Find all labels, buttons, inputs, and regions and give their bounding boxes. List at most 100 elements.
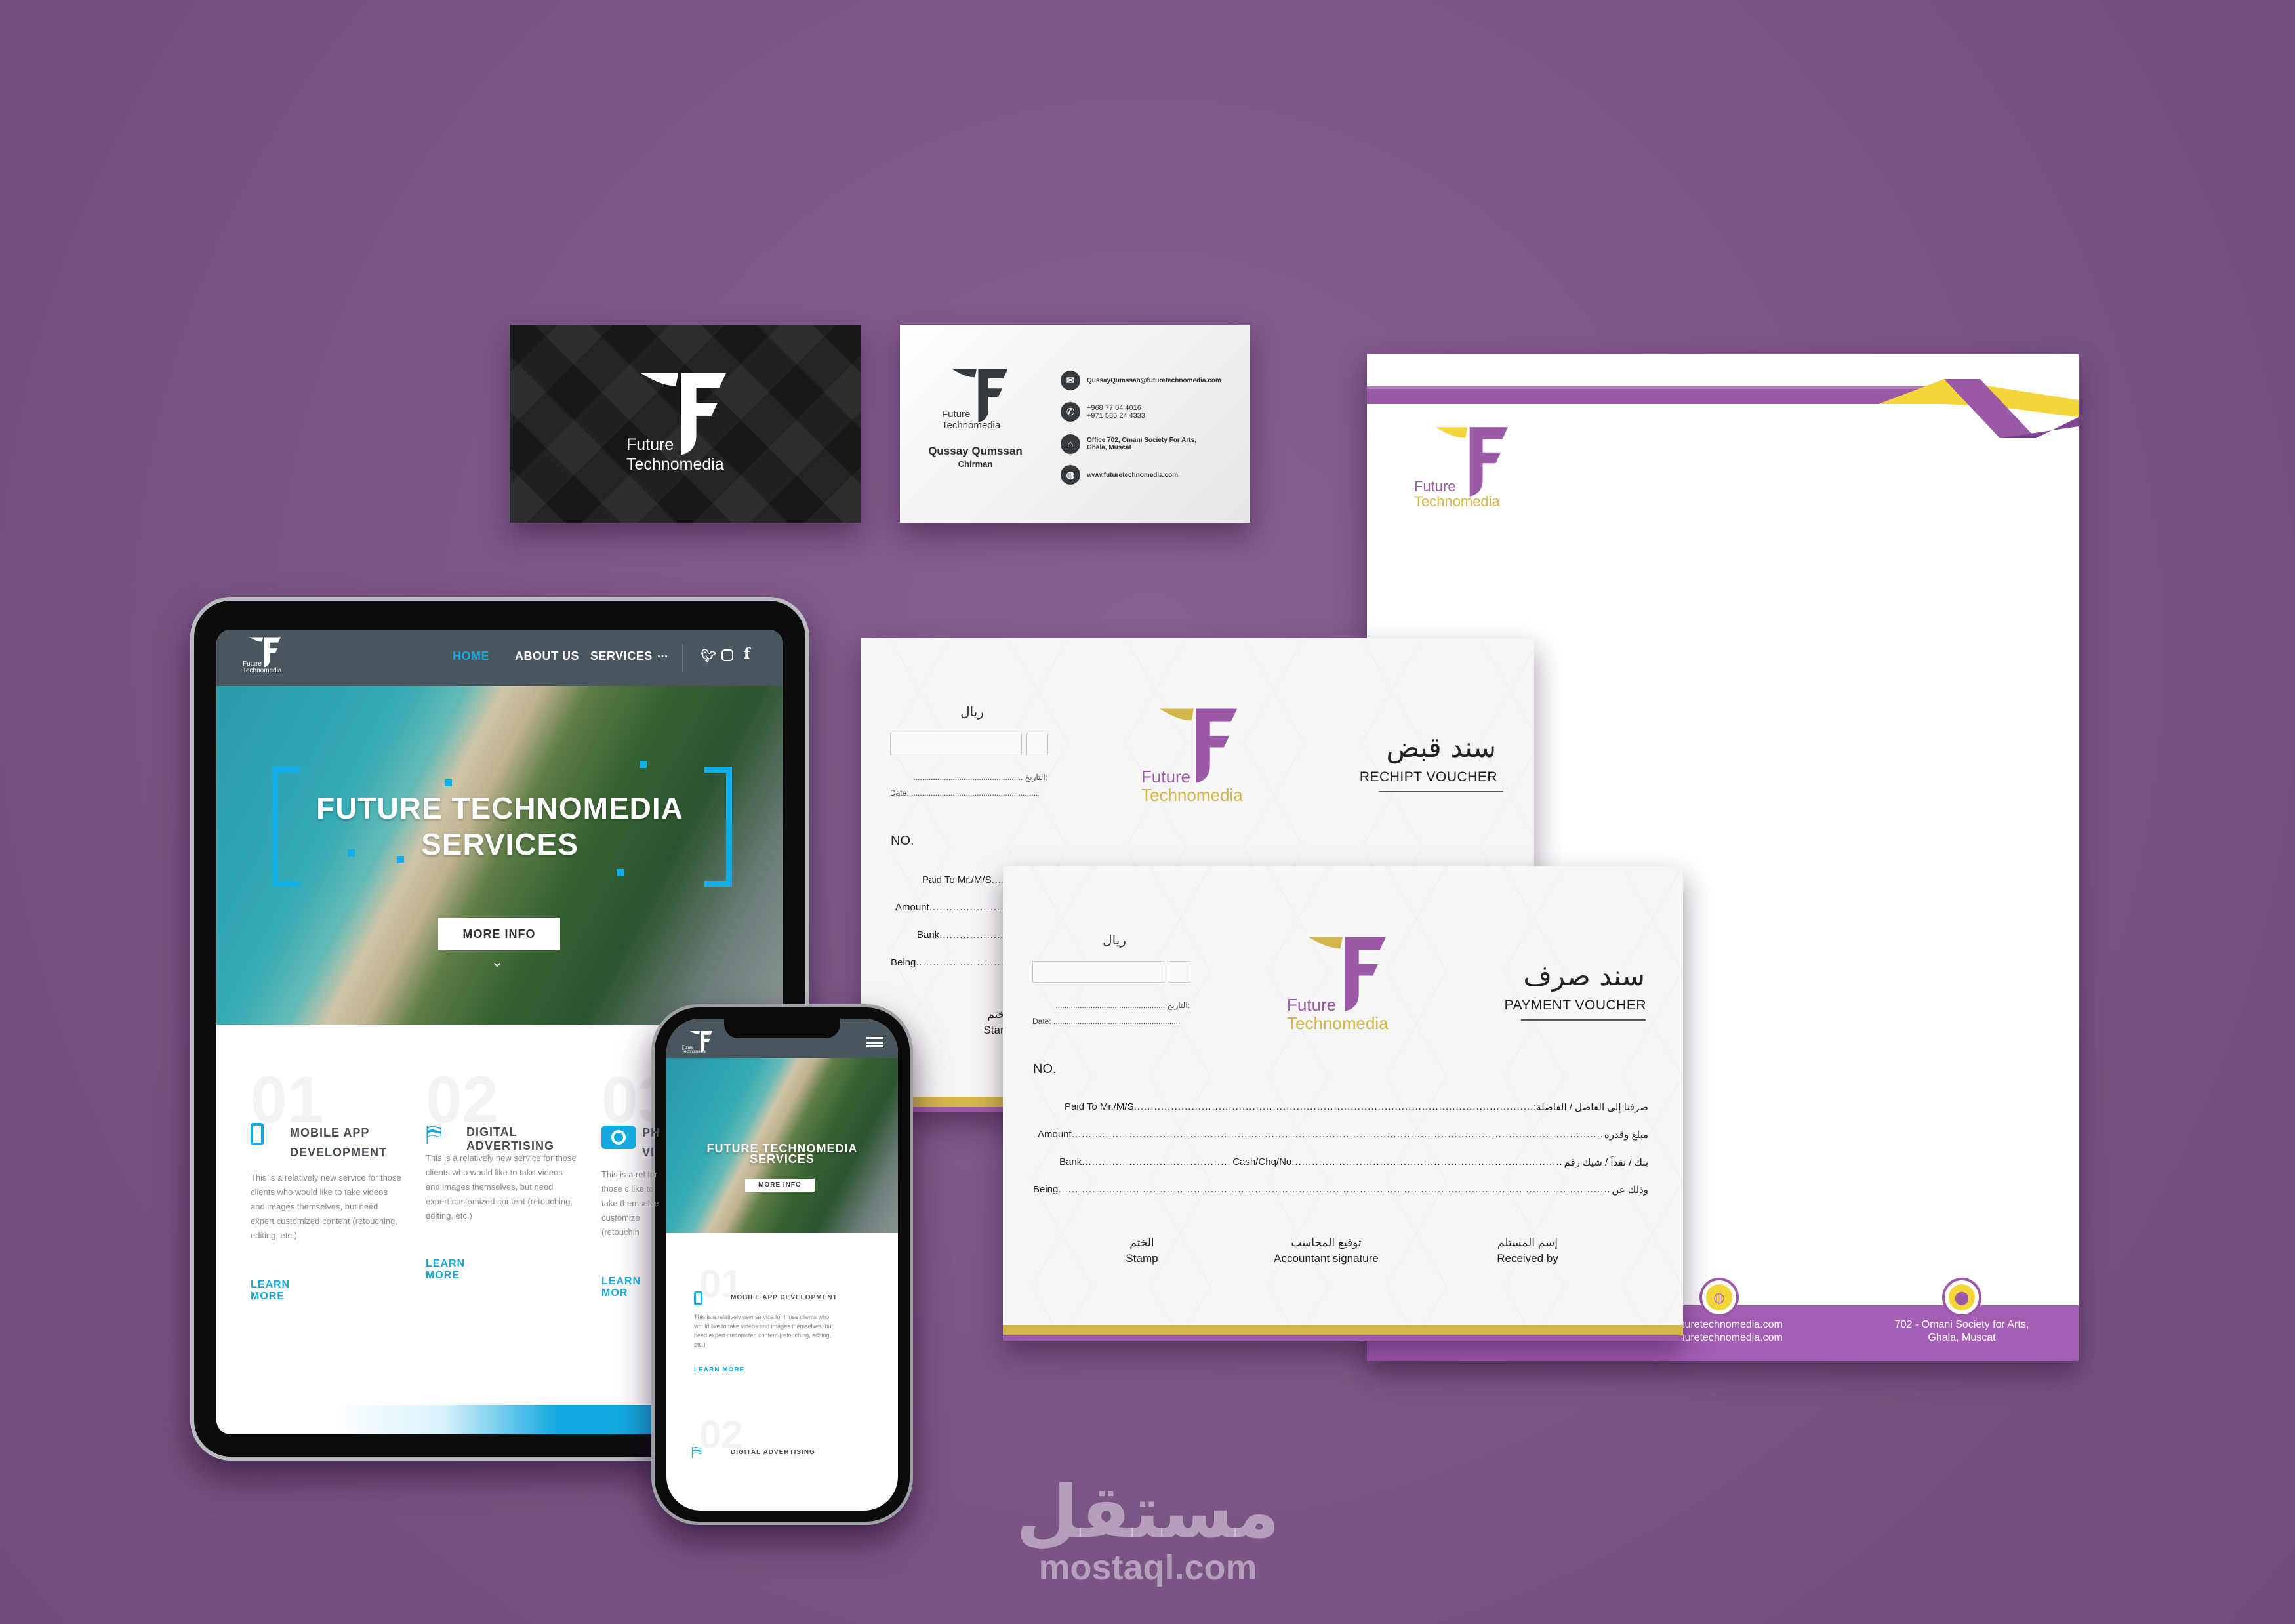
service-title-line: MOBILE APP	[290, 1126, 370, 1139]
voucher-title-en: PAYMENT VOUCHER	[1504, 998, 1646, 1013]
business-card-back: Future Technomedia Qussay Qumssan Chirma…	[900, 325, 1250, 523]
address-1: Office 702, Omani Society For Arts,	[1087, 437, 1196, 444]
field-row: Amount مبلغ وقدره	[1033, 1129, 1648, 1141]
phone-icon: ✆	[1061, 402, 1080, 422]
date-line-en: Date: ..................................…	[1032, 1017, 1181, 1026]
field-label-ar: صرفنا إلى الفاضل / الفاضلة:	[1533, 1102, 1648, 1113]
nav-services[interactable]: SERVICES	[590, 649, 653, 663]
signature-accountant: توقيع المحاسب Accountant signature	[1254, 1235, 1398, 1267]
brand-wordmark: Future Technomedia	[942, 409, 1000, 431]
service-description: This is a relatively new service for tho…	[251, 1173, 401, 1240]
phone-1: +968 77 04 4016	[1087, 404, 1141, 412]
brand-wordmark: Future Technomedia	[682, 1046, 706, 1054]
business-card-front: Future Technomedia	[510, 325, 861, 523]
field-label: Bank	[917, 929, 940, 941]
signpost-icon: ⛿	[426, 1122, 442, 1147]
hero-title-line2: SERVICES	[421, 827, 579, 861]
phone-2: +971 585 24 4333	[1087, 412, 1146, 420]
sig-ar: توقيع المحاسب	[1291, 1236, 1362, 1249]
brand-line1: Future	[1414, 478, 1456, 495]
nav-bar: Future Technomedia HOME ABOUT US SERVICES…	[216, 630, 783, 686]
watermark-latin: mostaql.com	[1038, 1548, 1257, 1587]
service-title: PH VI	[642, 1123, 660, 1162]
contact-address: ⌂ Office 702, Omani Society For Arts, Ghal…	[1061, 434, 1196, 454]
website-text: www.futuretechnomedia.com	[1087, 471, 1179, 479]
more-info-button[interactable]: MORE INFO	[745, 1179, 815, 1192]
contact-email: ✉ QussayQumssan@futuretechnomedia.com	[1061, 371, 1221, 390]
hamburger-menu-icon[interactable]	[866, 1037, 883, 1047]
service-title: MOBILE APP DEVELOPMENT	[731, 1294, 838, 1301]
service-title: DIGITAL ADVERTISING	[731, 1449, 815, 1456]
facebook-icon[interactable]: f	[744, 645, 750, 662]
date-en: Date:	[890, 788, 909, 798]
person-title: Chirman	[958, 459, 993, 469]
learn-more-link[interactable]: LEARN MORE	[251, 1279, 290, 1303]
field-label-en: Paid To Mr./M/S	[1065, 1101, 1134, 1112]
nav-divider	[682, 644, 683, 672]
field-row: Being وذلك عن	[1033, 1184, 1648, 1196]
sig-ar: إسم المستلم	[1497, 1236, 1558, 1249]
more-info-button[interactable]: MORE INFO	[438, 918, 560, 950]
currency-label: ريال	[1103, 933, 1126, 948]
globe-icon: ◍	[1702, 1280, 1736, 1314]
voucher-title-ar: سند صرف	[1523, 960, 1645, 992]
phone-mockup: Future Technomedia FUTURE TECHNOMEDIA SERV…	[651, 1004, 913, 1525]
brand-line1: Future	[942, 409, 971, 420]
amount-fraction-box	[1169, 961, 1190, 983]
signpost-icon: ⛿	[691, 1444, 702, 1460]
nav-about-us[interactable]: ABOUT US	[515, 649, 579, 663]
contact-person: Qussay Qumssan Chirman	[913, 445, 1038, 469]
decor-square	[640, 761, 647, 768]
learn-more-link[interactable]: LEARN MOR	[601, 1276, 641, 1299]
nav-more[interactable]: ...	[657, 647, 668, 660]
service-description: This is a rel for those c like to take t…	[601, 1169, 659, 1237]
service-title-line: VI	[642, 1146, 655, 1159]
footer-address-1: 702 - Omani Society for Arts,	[1894, 1319, 2029, 1330]
learn-more-link[interactable]: LEARN MORE	[426, 1258, 465, 1282]
signature-stamp: الختم Stamp	[1070, 1235, 1214, 1267]
brand-line2: Technomedia	[1141, 785, 1243, 805]
location-pin-icon: ⬤	[1945, 1280, 1979, 1314]
brand-line2: Technomedia	[1414, 493, 1500, 510]
title-underline	[1521, 1019, 1646, 1021]
field-row: Bank Cash/Chq/No بنك / نقداً / شيك رقم	[1033, 1156, 1648, 1168]
learn-more-link[interactable]: LEARN MORE	[694, 1366, 744, 1373]
field-label-ar: بنك / نقداً / شيك رقم	[1564, 1157, 1648, 1168]
chevron-down-icon[interactable]: ⌄	[491, 952, 504, 971]
brand-line2: Technomedia	[942, 420, 1001, 431]
service-description: This is a relatively new service for tho…	[694, 1314, 834, 1348]
service-title-line: DEVELOPMENT	[290, 1146, 388, 1159]
hero-title-line2: SERVICES	[750, 1152, 815, 1166]
service-title: MOBILE APP DEVELOPMENT	[290, 1123, 421, 1162]
camera-icon	[601, 1126, 636, 1149]
instagram-icon[interactable]	[721, 649, 733, 661]
brand-line2: Technomedia	[243, 667, 282, 674]
field-label-ar: مبلغ وقدره	[1604, 1129, 1648, 1141]
brand-line2: Technomedia	[682, 1050, 706, 1054]
voucher-title-en: RECHIPT VOUCHER	[1359, 769, 1497, 784]
voucher-title-ar: سند قبض	[1386, 731, 1496, 763]
brand-line2: Technomedia	[626, 455, 724, 474]
twitter-icon[interactable]: 🐦︎	[701, 648, 717, 664]
signature-receiver: إسم المستلم Received by	[1455, 1235, 1600, 1267]
voucher-number-label: NO.	[891, 834, 914, 848]
purple-stripe	[1003, 1335, 1683, 1341]
voucher-number-label: NO.	[1033, 1062, 1057, 1076]
field-row: Paid To Mr./M/S صرفنا إلى الفاضل / الفاضل…	[1033, 1101, 1648, 1113]
contact-phone: ✆ +968 77 04 4016 +971 585 24 4333	[1061, 402, 1145, 422]
brand-wordmark: Future Technomedia	[243, 661, 281, 674]
person-name: Qussay Qumssan	[928, 445, 1023, 457]
address-2: Ghala, Muscat	[1087, 444, 1131, 451]
gold-stripe	[1003, 1325, 1683, 1335]
sig-ar: الختم	[1129, 1236, 1154, 1249]
amount-fraction-box	[1026, 733, 1048, 754]
date-line-ar: ........................................…	[913, 773, 1047, 782]
decor-square	[617, 869, 624, 876]
nav-home[interactable]: HOME	[453, 649, 489, 663]
service-title-line: PH	[642, 1126, 660, 1139]
amount-box	[890, 733, 1022, 754]
globe-icon: ◍	[1061, 465, 1080, 485]
mobile-phone-icon	[251, 1123, 264, 1145]
field-label-en: Being	[1033, 1184, 1059, 1195]
brand-wordmark: Future Technomedia	[1414, 479, 1500, 509]
